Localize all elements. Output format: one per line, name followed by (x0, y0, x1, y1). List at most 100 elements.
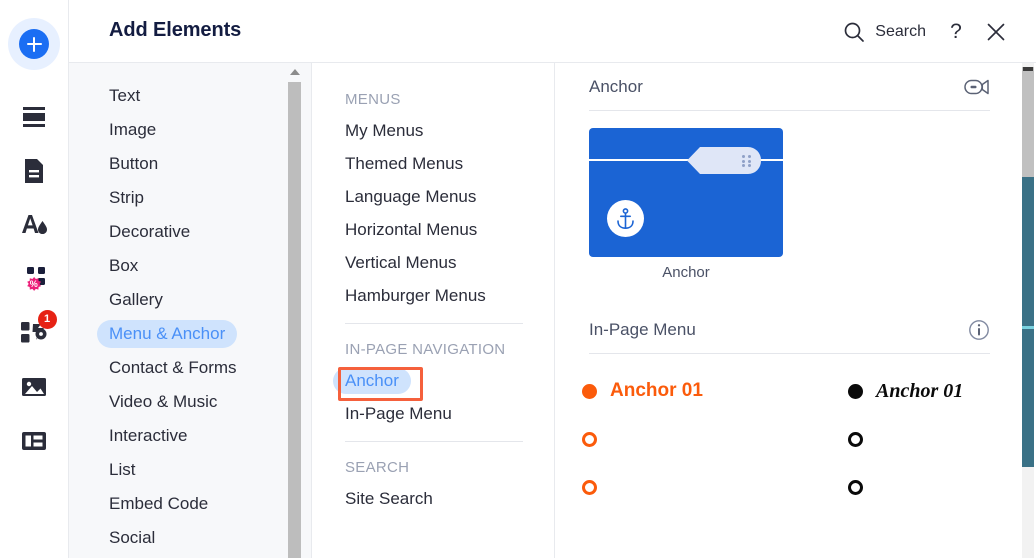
category-item-label: Embed Code (109, 494, 209, 513)
plus-icon (19, 29, 49, 59)
subcategory-item-hamburger-menus[interactable]: Hamburger Menus (312, 279, 554, 312)
sidebar-item-content-manager[interactable] (0, 414, 69, 468)
subcategory-item-site-search[interactable]: Site Search (312, 482, 554, 515)
scroll-up-arrow-icon[interactable] (288, 65, 301, 79)
subcategory-item-themed-menus[interactable]: Themed Menus (312, 147, 554, 180)
search-button[interactable]: Search (833, 15, 936, 49)
section-title-in-page-menu: In-Page Menu (589, 319, 696, 339)
info-icon[interactable] (968, 319, 990, 341)
help-button[interactable]: ? (936, 12, 976, 52)
menu-sample-row: Anchor 01 (582, 380, 703, 402)
subcategory-group-title: SEARCH (345, 459, 410, 476)
category-item-menu-anchor[interactable]: Menu & Anchor (69, 317, 293, 351)
section-header-in-page-menu: In-Page Menu (589, 306, 990, 354)
page-scrollbar[interactable] (1020, 63, 1036, 558)
subcategory-item-language-menus[interactable]: Language Menus (312, 180, 554, 213)
category-item-interactive[interactable]: Interactive (69, 419, 293, 453)
category-item-button[interactable]: Button (69, 147, 293, 181)
subcategory-item-in-page-menu[interactable]: In-Page Menu (312, 397, 554, 430)
subcategory-item-horizontal-menus[interactable]: Horizontal Menus (312, 213, 554, 246)
category-item-label: Image (109, 120, 157, 139)
in-page-menu-samples: Anchor 01 Anchor 01 (555, 380, 1036, 510)
panel-header: Add Elements Search ? (69, 0, 1036, 63)
category-item-list[interactable]: List (69, 453, 293, 487)
category-list: Text Image Button Strip Decorative Box Gallery… (69, 63, 293, 555)
anchor-dot-active-icon (848, 383, 863, 399)
subcategory-group-title: IN-PAGE NAVIGATION (345, 341, 506, 358)
sidebar-item-app-market[interactable]: % (0, 252, 69, 306)
subcategory-group-title: MENUS (345, 91, 401, 108)
category-item-label: Interactive (109, 426, 188, 445)
category-item-social[interactable]: Social (69, 521, 293, 555)
category-scrollbar[interactable] (288, 63, 301, 558)
add-elements-panel: % 1 Add Elements Search ? Text Image But… (0, 0, 1036, 558)
anchor-thumbnail[interactable] (589, 128, 783, 257)
category-item-label: Box (109, 256, 139, 275)
sidebar-item-pages[interactable] (0, 144, 69, 198)
subcategory-item-label: Hamburger Menus (345, 285, 486, 305)
video-camera-icon[interactable] (964, 77, 990, 97)
page-accent-line (1022, 326, 1034, 329)
theme-design-icon (22, 215, 47, 234)
subcategory-item-label: My Menus (345, 120, 424, 140)
editor-left-rail: % 1 (0, 0, 69, 558)
section-header-anchor: Anchor (589, 63, 990, 111)
close-button[interactable] (976, 12, 1016, 52)
category-scroll-thumb[interactable] (288, 82, 301, 558)
category-item-gallery[interactable]: Gallery (69, 283, 293, 317)
category-item-box[interactable]: Box (69, 249, 293, 283)
header-actions: Search ? (833, 0, 1016, 63)
category-item-label: Social (109, 528, 156, 547)
media-image-icon (22, 378, 46, 396)
anchor-tag-handle (687, 147, 761, 174)
category-item-text[interactable]: Text (69, 79, 293, 113)
subcategory-column: MENUS My Menus Themed Menus Language Menus H… (312, 63, 555, 558)
apps-market-icon: % (27, 267, 45, 291)
sidebar-item-my-apps[interactable]: 1 (0, 306, 69, 360)
anchor-dot-icon (848, 431, 863, 447)
category-item-decorative[interactable]: Decorative (69, 215, 293, 249)
category-item-embed-code[interactable]: Embed Code (69, 487, 293, 521)
category-item-contact-forms[interactable]: Contact & Forms (69, 351, 293, 385)
subcategory-divider (345, 441, 523, 442)
anchor-thumbnail-caption: Anchor (662, 264, 710, 281)
sidebar-item-media[interactable] (0, 360, 69, 414)
category-item-label: Strip (109, 188, 144, 207)
sidebar-item-strip[interactable] (0, 90, 69, 144)
my-apps-badge: 1 (37, 310, 57, 329)
category-item-image[interactable]: Image (69, 113, 293, 147)
sidebar-item-design[interactable] (0, 198, 69, 252)
in-page-menu-sample-left[interactable]: Anchor 01 (582, 380, 703, 498)
menu-sample-row: Anchor 01 (848, 380, 963, 402)
subcategory-divider (345, 323, 523, 324)
page-scroll-thumb[interactable] (1022, 67, 1034, 177)
search-label: Search (875, 22, 926, 40)
database-table-icon (22, 432, 46, 450)
close-icon (987, 23, 1005, 40)
page-title: Add Elements (109, 19, 242, 41)
page-document-icon (25, 159, 43, 183)
in-page-menu-sample-right[interactable]: Anchor 01 (848, 380, 963, 498)
category-item-label: Button (109, 154, 159, 173)
add-elements-button[interactable] (8, 18, 60, 70)
subcategory-item-vertical-menus[interactable]: Vertical Menus (312, 246, 554, 279)
menu-sample-label: Anchor 01 (610, 380, 703, 401)
strip-layout-icon (23, 107, 45, 127)
drag-dots-icon (742, 155, 751, 167)
anchor-thumbnail-wrap: Anchor (589, 128, 783, 281)
menu-sample-row (582, 476, 703, 498)
anchor-dot-icon (582, 479, 597, 495)
search-icon (844, 22, 865, 42)
subcategory-item-anchor[interactable]: Anchor (312, 364, 554, 401)
category-item-label: Text (109, 86, 141, 105)
anchor-icon (617, 207, 634, 229)
category-item-label: Menu & Anchor (97, 320, 238, 348)
subcategory-item-label: Anchor (333, 366, 423, 401)
category-item-video-music[interactable]: Video & Music (69, 385, 293, 419)
category-item-strip[interactable]: Strip (69, 181, 293, 215)
subcategory-item-label: In-Page Menu (345, 403, 452, 423)
anchor-dot-icon (848, 479, 863, 495)
subcategory-item-my-menus[interactable]: My Menus (312, 114, 554, 147)
anchor-dot-active-icon (582, 383, 597, 399)
category-item-label: Decorative (109, 222, 191, 241)
